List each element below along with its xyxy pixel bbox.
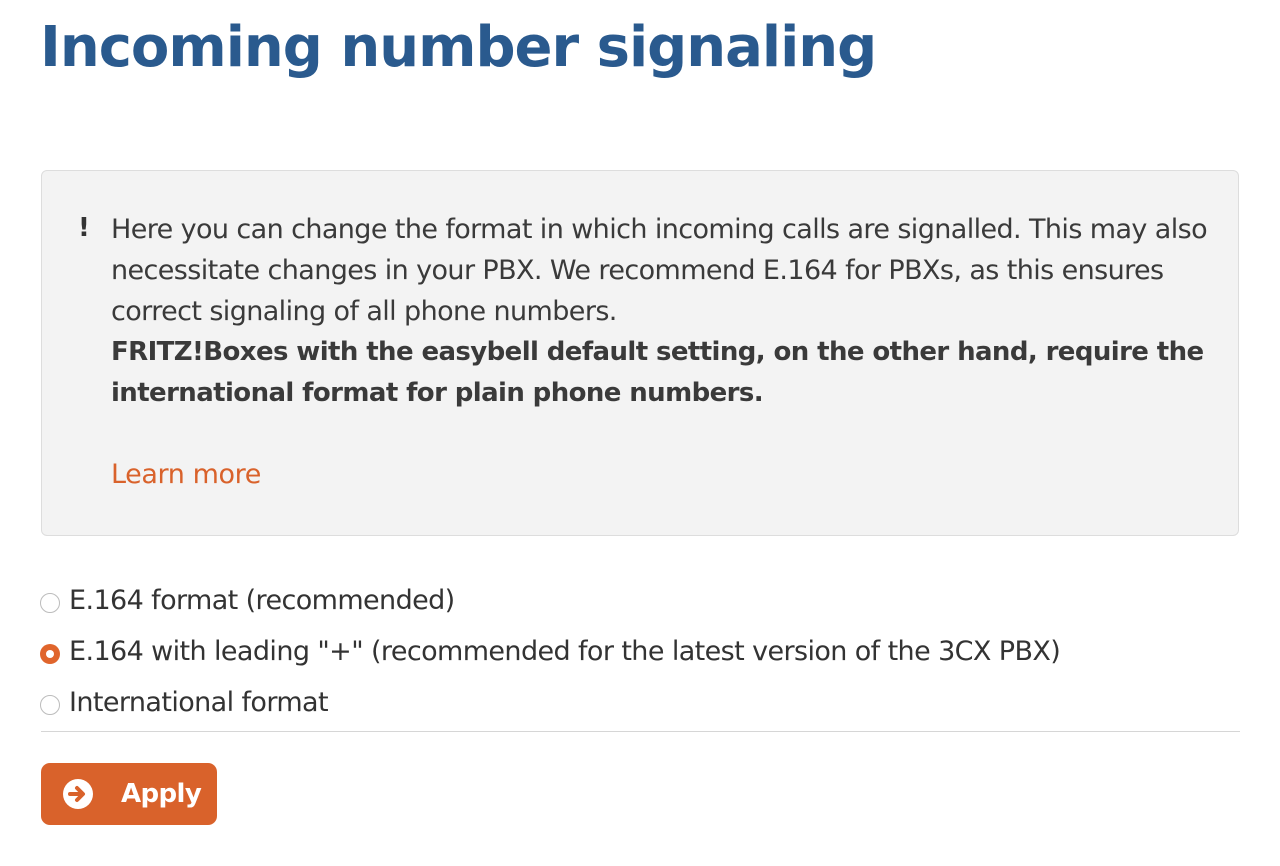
info-bold-text: FRITZ!Boxes with the easybell default se… <box>111 337 1204 408</box>
info-content: Here you can change the format in which … <box>111 209 1211 414</box>
radio-label-e164-plus: E.164 with leading "+" (recommended for … <box>69 636 1061 667</box>
radio-button-e164-plus[interactable] <box>40 644 60 664</box>
apply-label: Apply <box>121 779 202 809</box>
page-title: Incoming number signaling <box>40 15 877 80</box>
radio-label-international: International format <box>69 687 329 718</box>
radio-option-international[interactable]: International format <box>40 677 1060 728</box>
format-radio-group: E.164 format (recommended) E.164 with le… <box>40 575 1061 728</box>
radio-button-international[interactable] <box>40 695 60 715</box>
info-box: ! Here you can change the format in whic… <box>41 170 1239 536</box>
radio-label-e164: E.164 format (recommended) <box>69 585 455 616</box>
apply-button[interactable]: Apply <box>41 763 217 825</box>
exclamation-icon: ! <box>78 213 90 243</box>
radio-option-e164[interactable]: E.164 format (recommended) <box>40 575 1060 626</box>
divider <box>41 731 1240 732</box>
arrow-right-circle-icon <box>63 779 93 809</box>
radio-option-e164-plus[interactable]: E.164 with leading "+" (recommended for … <box>40 626 1061 677</box>
learn-more-link[interactable]: Learn more <box>111 457 261 493</box>
info-text: Here you can change the format in which … <box>111 214 1208 327</box>
radio-button-e164[interactable] <box>40 593 60 613</box>
